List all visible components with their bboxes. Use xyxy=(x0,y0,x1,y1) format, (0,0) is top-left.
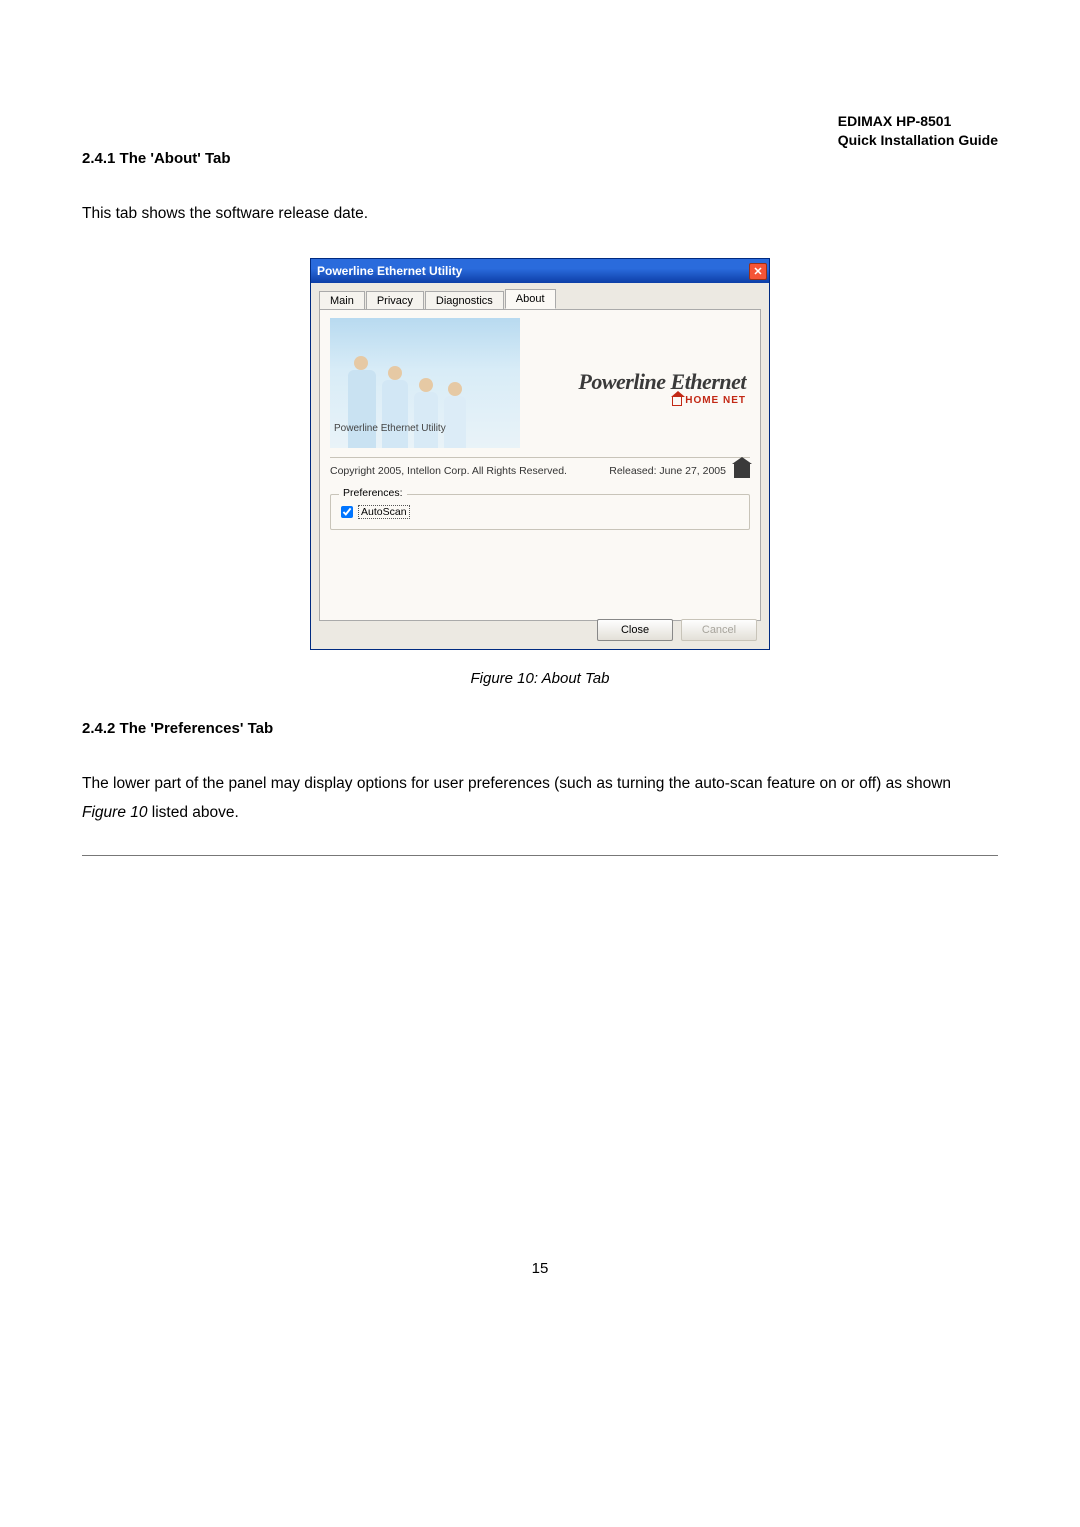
brand-area: Powerline Ethernet HOME NET xyxy=(530,318,750,457)
titlebar: Powerline Ethernet Utility ✕ xyxy=(311,259,769,283)
window-close-button[interactable]: ✕ xyxy=(749,263,767,280)
tab-privacy[interactable]: Privacy xyxy=(366,291,424,310)
dialog-buttons: Close Cancel xyxy=(597,619,757,641)
heading-title: The 'Preferences' Tab xyxy=(120,720,274,737)
house-icon xyxy=(734,464,750,478)
tab-body-about: Powerline Ethernet Utility Powerline Eth… xyxy=(319,309,761,621)
product-name: EDIMAX HP-8501 xyxy=(838,112,998,131)
tab-diagnostics[interactable]: Diagnostics xyxy=(425,291,504,310)
heading-242: 2.4.2 The 'Preferences' Tab xyxy=(82,720,273,737)
window-title: Powerline Ethernet Utility xyxy=(317,264,462,278)
body-242-ref: Figure 10 xyxy=(82,804,147,821)
brand-sub-text: HOME NET xyxy=(685,395,746,406)
preferences-group: Preferences: AutoScan xyxy=(330,494,750,530)
preferences-legend: Preferences: xyxy=(339,487,407,499)
about-dialog: Powerline Ethernet Utility ✕ Main Privac… xyxy=(310,258,770,650)
close-icon: ✕ xyxy=(753,265,762,278)
copyright-text: Copyright 2005, Intellon Corp. All Right… xyxy=(330,465,567,477)
tabstrip: Main Privacy Diagnostics About xyxy=(311,283,769,309)
page-number: 15 xyxy=(0,1260,1080,1277)
about-hero: Powerline Ethernet Utility Powerline Eth… xyxy=(330,318,750,458)
heading-title: The 'About' Tab xyxy=(120,150,231,167)
brand-sub: HOME NET xyxy=(672,395,746,406)
close-button[interactable]: Close xyxy=(597,619,673,641)
heading-num: 2.4.2 xyxy=(82,720,115,737)
brand-main: Powerline Ethernet xyxy=(578,369,746,395)
heading-241: 2.4.1 The 'About' Tab xyxy=(82,150,231,167)
body-242-b: listed above. xyxy=(147,804,238,821)
autoscan-checkbox[interactable] xyxy=(341,506,353,518)
tab-about[interactable]: About xyxy=(505,289,556,309)
body-242-a: The lower part of the panel may display … xyxy=(82,775,951,792)
body-241: This tab shows the software release date… xyxy=(82,200,998,229)
doc-title: Quick Installation Guide xyxy=(838,131,998,150)
doc-header: EDIMAX HP-8501 Quick Installation Guide xyxy=(838,112,998,150)
about-info-row: Copyright 2005, Intellon Corp. All Right… xyxy=(330,464,750,478)
tab-main[interactable]: Main xyxy=(319,291,365,310)
hero-image: Powerline Ethernet Utility xyxy=(330,318,520,448)
cancel-button: Cancel xyxy=(681,619,757,641)
heading-num: 2.4.1 xyxy=(82,150,115,167)
figure-caption: Figure 10: About Tab xyxy=(0,670,1080,687)
body-242: The lower part of the panel may display … xyxy=(82,770,998,827)
autoscan-label: AutoScan xyxy=(358,505,410,519)
released-text: Released: June 27, 2005 xyxy=(609,465,726,477)
hero-overlay-label: Powerline Ethernet Utility xyxy=(334,423,446,434)
home-icon xyxy=(672,396,682,406)
section-divider xyxy=(82,855,998,856)
